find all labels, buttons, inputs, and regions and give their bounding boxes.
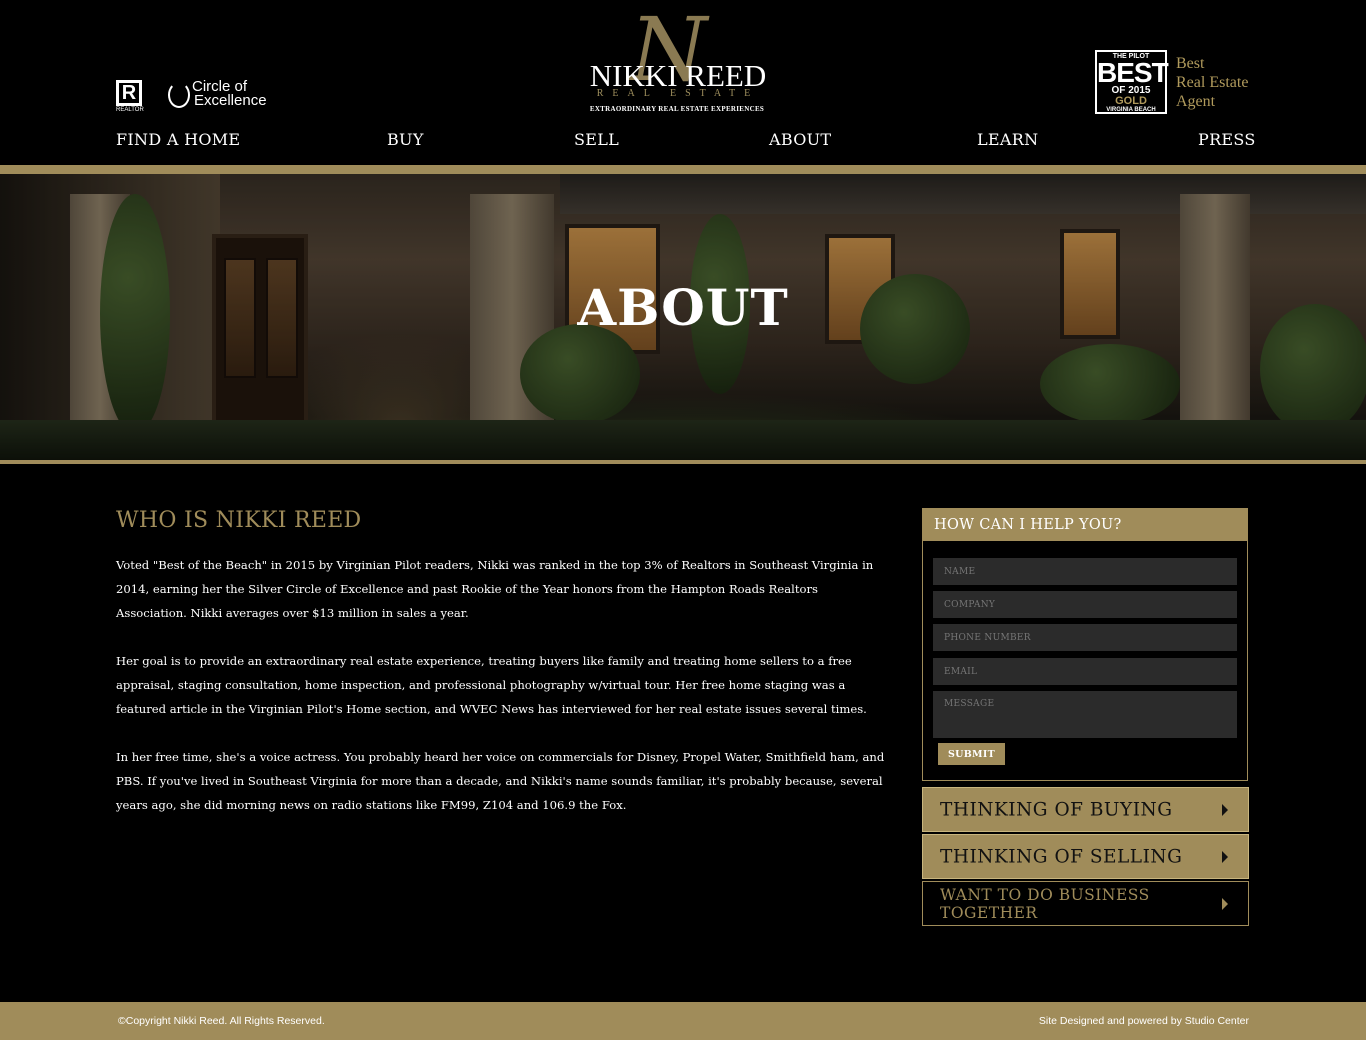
nav-buy[interactable]: BUY bbox=[387, 130, 424, 149]
hero-top-border bbox=[0, 165, 1366, 174]
nav-find-a-home[interactable]: FIND A HOME bbox=[116, 130, 240, 149]
hero-bottom-border bbox=[0, 460, 1366, 464]
award-line4: GOLD bbox=[1115, 95, 1147, 107]
main-nav: FIND A HOME BUY SELL ABOUT LEARN PRESS bbox=[0, 130, 1366, 154]
chevron-right-icon bbox=[1222, 803, 1228, 816]
site-header: R REALTOR Circle of Excellence N NIKKI R… bbox=[0, 0, 1366, 165]
contact-form: HOW CAN I HELP YOU? SUBMIT bbox=[922, 508, 1248, 781]
studio-center-link[interactable]: Site Designed and powered by Studio Cent… bbox=[1039, 1015, 1249, 1027]
bio-paragraph: Voted "Best of the Beach" in 2015 by Vir… bbox=[116, 558, 874, 620]
nav-sell[interactable]: SELL bbox=[574, 130, 619, 149]
message-field[interactable] bbox=[933, 691, 1237, 738]
award-line5: VIRGINIA BEACH bbox=[1106, 107, 1156, 113]
nav-learn[interactable]: LEARN bbox=[977, 130, 1038, 149]
award-line2: BEST bbox=[1097, 57, 1169, 88]
bio-paragraph: In her free time, she's a voice actress.… bbox=[116, 750, 885, 812]
coe-line2: Excellence bbox=[194, 92, 267, 109]
logo-tagline: EXTRAORDINARY REAL ESTATE EXPERIENCES bbox=[589, 105, 765, 113]
bio-paragraph: Her goal is to provide an extraordinary … bbox=[116, 654, 867, 716]
email-field[interactable] bbox=[933, 658, 1237, 685]
realtor-r-mark: R bbox=[116, 80, 142, 106]
logo-subtitle: REAL ESTATE bbox=[596, 88, 760, 99]
cta-label: THINKING OF SELLING bbox=[940, 846, 1183, 867]
hero-banner: ABOUT bbox=[0, 174, 1366, 460]
chevron-right-icon bbox=[1222, 850, 1228, 863]
nav-about[interactable]: ABOUT bbox=[769, 130, 831, 149]
best-of-2015-award: THE PILOT BEST OF 2015 GOLD VIRGINIA BEA… bbox=[1095, 50, 1255, 116]
site-footer: ©Copyright Nikki Reed. All Rights Reserv… bbox=[0, 1002, 1366, 1040]
chevron-right-icon bbox=[1222, 897, 1228, 910]
award-badge: THE PILOT BEST OF 2015 GOLD VIRGINIA BEA… bbox=[1095, 50, 1169, 114]
realtor-word: REALTOR bbox=[116, 107, 144, 113]
award-text2: Real Estate bbox=[1176, 74, 1249, 91]
award-text: Best Real Estate Agent bbox=[1176, 54, 1248, 111]
site-logo[interactable]: N NIKKI REED REAL ESTATE EXTRAORDINARY R… bbox=[578, 6, 778, 116]
coe-ring-icon bbox=[168, 82, 190, 108]
contact-form-title: HOW CAN I HELP YOU? bbox=[923, 509, 1247, 541]
business-together-button[interactable]: WANT TO DO BUSINESS TOGETHER bbox=[922, 881, 1249, 926]
thinking-of-selling-button[interactable]: THINKING OF SELLING bbox=[922, 834, 1249, 879]
about-content: WHO IS NIKKI REED Voted "Best of the Bea… bbox=[116, 508, 886, 841]
thinking-of-buying-button[interactable]: THINKING OF BUYING bbox=[922, 787, 1249, 832]
page-title: ABOUT bbox=[577, 278, 789, 337]
copyright-text: ©Copyright Nikki Reed. All Rights Reserv… bbox=[118, 1015, 325, 1027]
submit-button[interactable]: SUBMIT bbox=[938, 743, 1005, 765]
company-field[interactable] bbox=[933, 591, 1237, 618]
realtor-logo: R REALTOR bbox=[116, 80, 150, 114]
cta-label: THINKING OF BUYING bbox=[940, 799, 1173, 820]
name-field[interactable] bbox=[933, 558, 1237, 585]
phone-field[interactable] bbox=[933, 624, 1237, 651]
award-text3: Agent bbox=[1176, 93, 1216, 110]
nav-press[interactable]: PRESS bbox=[1198, 130, 1256, 149]
cta-label: WANT TO DO BUSINESS TOGETHER bbox=[940, 885, 1150, 922]
circle-of-excellence-logo: Circle of Excellence bbox=[168, 78, 278, 114]
award-text1: Best bbox=[1176, 55, 1205, 72]
section-heading: WHO IS NIKKI REED bbox=[116, 508, 362, 533]
